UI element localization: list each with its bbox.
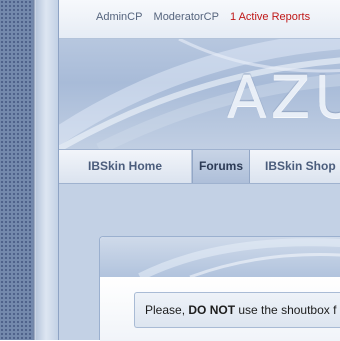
admin-bar: AdminCP ModeratorCP 1 Active Reports (59, 0, 340, 39)
admin-links: AdminCP ModeratorCP 1 Active Reports (96, 11, 318, 23)
notice-suffix: use the shoutbox f (235, 303, 337, 317)
dotted-side-rail (0, 0, 34, 340)
panel-header-gloss (138, 238, 340, 277)
shoutbox-notice: Please, DO NOT use the shoutbox f (134, 292, 340, 328)
site-logo-text[interactable]: AZU (227, 63, 340, 131)
tab-ibskin-home[interactable]: IBSkin Home (59, 150, 192, 183)
tab-ibskin-shop[interactable]: IBSkin Shop (250, 150, 340, 183)
main-nav: IBSkin Home Forums IBSkin Shop (59, 149, 340, 184)
admincp-link[interactable]: AdminCP (96, 11, 142, 23)
tab-forums[interactable]: Forums (192, 150, 250, 183)
active-reports-link[interactable]: 1 Active Reports (230, 11, 310, 23)
notice-prefix: Please, (145, 303, 189, 317)
notice-emphasis: DO NOT (188, 303, 236, 317)
header-banner: AZU (59, 39, 340, 149)
shoutbox-panel-header (100, 237, 340, 277)
moderatorcp-link[interactable]: ModeratorCP (154, 11, 219, 23)
